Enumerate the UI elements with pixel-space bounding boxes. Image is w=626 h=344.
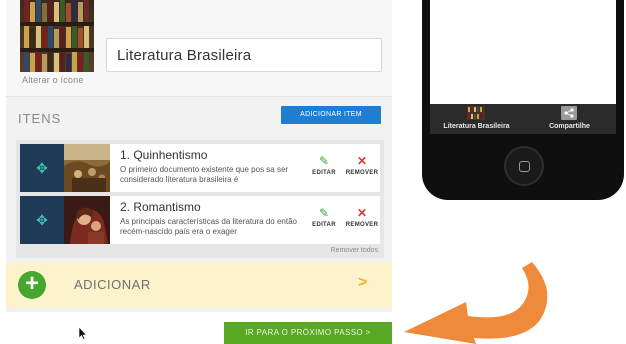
editor-header: Alterar o ícone Literatura Brasileira [6,0,392,96]
item-title: 2. Romantismo [120,200,201,214]
remove-label: REMOVER [345,222,379,228]
divider [6,96,392,97]
change-icon-link[interactable]: Alterar o ícone [22,75,84,85]
tab-literatura-brasileira[interactable]: Literatura Brasileira [430,104,523,134]
add-row[interactable]: + ADICIONAR > [6,262,392,308]
pencil-icon: ✎ [318,154,330,168]
tab-label: Literatura Brasileira [443,123,510,130]
remove-button[interactable]: ✕ REMOVER [342,206,382,228]
edit-label: EDITAR [312,222,336,228]
item-title: 1. Quinhentismo [120,148,208,162]
drag-handle-icon[interactable]: ✥ [20,196,64,244]
remove-button[interactable]: ✕ REMOVER [342,154,382,176]
close-icon: ✕ [356,154,368,168]
list-item: ✥ 2. Romantismo As principais caracterís… [20,196,380,244]
next-step-button[interactable]: IR PARA O PRÓXIMO PASSO > [224,322,392,344]
curved-arrow-icon [404,262,548,344]
items-list: ✥ 1. Quinhentismo O primeiro documento e… [16,140,384,258]
editor-panel: Alterar o ícone Literatura Brasileira IT… [6,0,392,312]
plus-icon: + [18,271,46,299]
edit-label: EDITAR [312,170,336,176]
phone-preview: Literatura Brasileira Compartilhe [422,0,624,200]
drag-handle-icon[interactable]: ✥ [20,144,64,192]
items-heading: ITENS [18,111,62,126]
remove-all-link[interactable]: Remover todos [331,247,378,254]
bookshelf-icon [467,106,485,120]
bookshelf-icon[interactable] [20,0,94,72]
phone-tab-bar: Literatura Brasileira Compartilhe [430,104,616,134]
remove-label: REMOVER [345,170,379,176]
tab-label: Compartilhe [549,123,590,130]
item-image [64,196,110,244]
chevron-right-icon: > [358,274,368,291]
phone-screen [430,0,616,104]
add-label: ADICIONAR [74,277,151,292]
mouse-cursor-icon [78,326,88,340]
close-icon: ✕ [356,206,368,220]
item-image [64,144,110,192]
share-icon [561,106,577,120]
edit-button[interactable]: ✎ EDITAR [304,206,344,228]
pencil-icon: ✎ [318,206,330,220]
item-description: As principais características da literat… [120,217,297,236]
title-input[interactable]: Literatura Brasileira [106,38,382,72]
item-description: O primeiro documento existente que pos s… [120,165,289,184]
tab-compartilhe[interactable]: Compartilhe [523,104,616,134]
add-item-button[interactable]: ADICIONAR ITEM [281,106,381,124]
home-icon [519,161,530,172]
list-item: ✥ 1. Quinhentismo O primeiro documento e… [20,144,380,192]
home-button[interactable] [504,146,544,186]
edit-button[interactable]: ✎ EDITAR [304,154,344,176]
